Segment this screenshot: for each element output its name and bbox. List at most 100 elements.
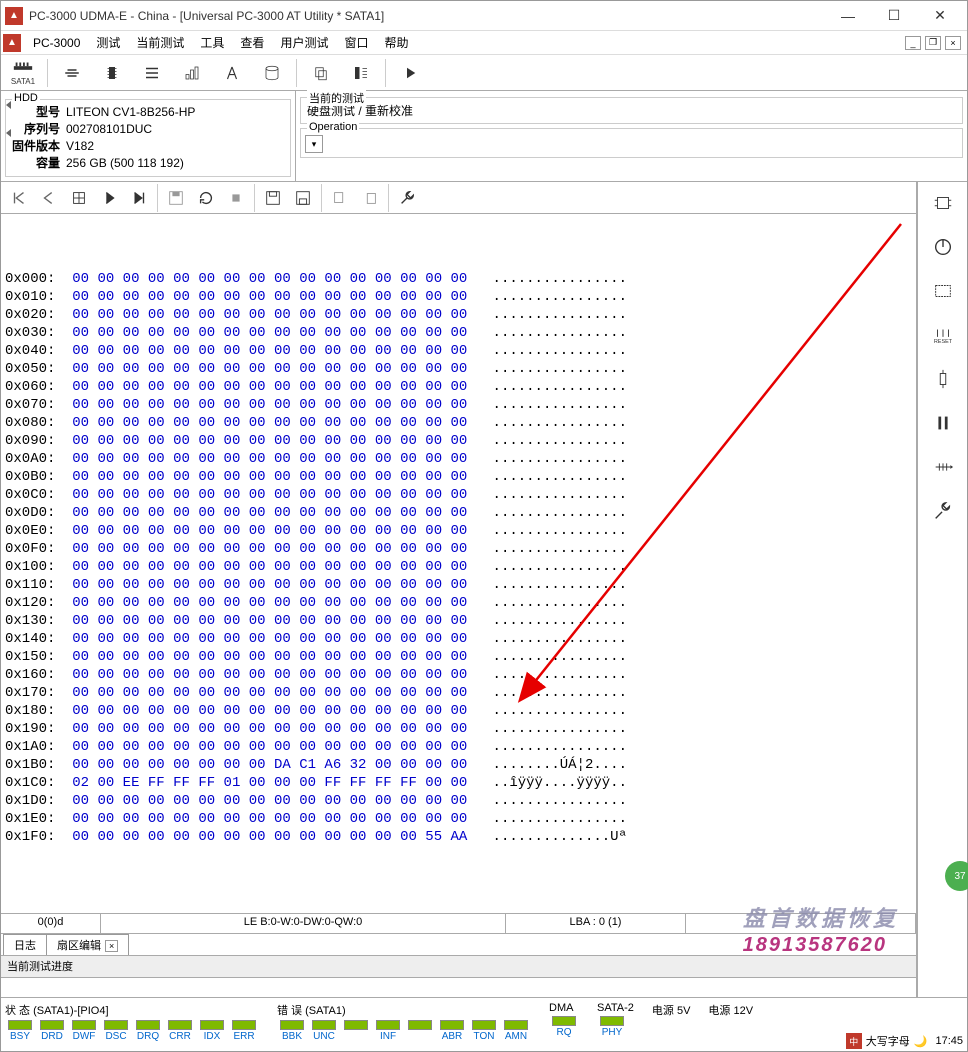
led-abr: ABR xyxy=(437,1020,467,1042)
menu-user-test[interactable]: 用户测试 xyxy=(272,32,336,53)
serial-value: 002708101DUC xyxy=(66,121,152,138)
hex-goto-button[interactable] xyxy=(65,185,93,211)
status-offset: 0(0)d xyxy=(1,914,101,933)
hex-copy-button[interactable] xyxy=(326,185,354,211)
menu-test[interactable]: 测试 xyxy=(88,32,128,53)
tab-close-icon[interactable]: × xyxy=(105,940,118,952)
hex-refresh-button[interactable] xyxy=(192,185,220,211)
toolbar-btn-copy[interactable] xyxy=(303,58,339,88)
moon-icon: 🌙 xyxy=(914,1035,928,1048)
status-bar: 状 态 (SATA1)-[PIO4] BSYDRDDWFDSCDRQCRRIDX… xyxy=(1,997,967,1051)
toolbar-btn-1[interactable] xyxy=(54,58,90,88)
hex-stop-button[interactable] xyxy=(222,185,250,211)
menubar: ▲ PC-3000 测试 当前测试 工具 查看 用户测试 窗口 帮助 _ ❐ × xyxy=(1,31,967,55)
side-btn-pause-icon[interactable] xyxy=(928,410,958,436)
menu-tools[interactable]: 工具 xyxy=(192,32,232,53)
led-phy: PHY xyxy=(597,1016,627,1038)
hex-dump[interactable]: 0x000: 00 00 00 00 00 00 00 00 00 00 00 … xyxy=(1,214,916,913)
toolbar-btn-chip[interactable] xyxy=(94,58,130,88)
side-btn-power-icon[interactable] xyxy=(928,234,958,260)
ime-icon[interactable]: 中 xyxy=(846,1033,862,1049)
hex-last-button[interactable] xyxy=(125,185,153,211)
led-dwf: DWF xyxy=(69,1020,99,1042)
minimize-button[interactable]: ― xyxy=(825,2,871,30)
led-bsy: BSY xyxy=(5,1020,35,1042)
hex-open-button[interactable] xyxy=(259,185,287,211)
dma-title: DMA xyxy=(549,1002,579,1014)
model-label: 型号 xyxy=(12,104,66,121)
power5-title: 电源 5V xyxy=(652,1002,691,1018)
led-inf: INF xyxy=(373,1020,403,1042)
led-unc: UNC xyxy=(309,1020,339,1042)
close-button[interactable]: ✕ xyxy=(917,2,963,30)
led-drd: DRD xyxy=(37,1020,67,1042)
titlebar: ▲ PC-3000 UDMA-E - China - [Universal PC… xyxy=(1,1,967,31)
toolbar-btn-compass[interactable] xyxy=(214,58,250,88)
app-logo-icon: ▲ xyxy=(5,7,23,25)
svg-text:RESET: RESET xyxy=(933,339,952,345)
status-lba: LBA : 0 (1) xyxy=(506,914,686,933)
hdd-group-title: HDD xyxy=(12,92,40,104)
ime-text: 大写字母 xyxy=(866,1033,910,1049)
side-btn-board-icon[interactable] xyxy=(928,278,958,304)
operation-group-title: Operation xyxy=(307,121,359,133)
notification-badge[interactable]: 37 xyxy=(945,861,968,891)
tab-log[interactable]: 日志 xyxy=(3,934,47,955)
window-title: PC-3000 UDMA-E - China - [Universal PC-3… xyxy=(29,9,384,23)
maximize-button[interactable]: ☐ xyxy=(871,2,917,30)
hex-toolbar xyxy=(1,182,916,214)
led-idx: IDX xyxy=(197,1020,227,1042)
tab-sector-editor[interactable]: 扇区编辑× xyxy=(46,934,129,955)
operation-dropdown[interactable]: ▾ xyxy=(305,135,323,153)
hex-save-button[interactable] xyxy=(162,185,190,211)
info-panel: HDD 型号LITEON CV1-8B256-HP 序列号002708101DU… xyxy=(1,91,967,182)
menu-view[interactable]: 查看 xyxy=(232,32,272,53)
hex-prev-button[interactable] xyxy=(35,185,63,211)
app-logo-small-icon: ▲ xyxy=(3,34,21,52)
capacity-value: 256 GB (500 118 192) xyxy=(66,155,184,172)
state-title: 状 态 (SATA1)-[PIO4] xyxy=(5,1002,259,1018)
menu-pc3000[interactable]: PC-3000 xyxy=(25,34,88,52)
status-empty xyxy=(686,914,916,933)
led-err: ERR xyxy=(229,1020,259,1042)
current-test-value: 硬盘测试 / 重新校准 xyxy=(307,102,956,119)
led-dsc: DSC xyxy=(101,1020,131,1042)
power12-title: 电源 12V xyxy=(708,1002,753,1018)
side-btn-tools-icon[interactable] xyxy=(928,498,958,524)
toolbar-btn-db[interactable] xyxy=(254,58,290,88)
side-btn-reset-icon[interactable]: RESET xyxy=(928,322,958,348)
capacity-label: 容量 xyxy=(12,155,66,172)
side-btn-osc-icon[interactable] xyxy=(928,366,958,392)
toolbar-btn-play[interactable] xyxy=(392,58,428,88)
led-drq: DRQ xyxy=(133,1020,163,1042)
hex-paste-button[interactable] xyxy=(356,185,384,211)
toolbar-btn-align[interactable] xyxy=(343,58,379,88)
error-title: 错 误 (SATA1) xyxy=(277,1002,531,1018)
menu-window[interactable]: 窗口 xyxy=(336,32,376,53)
led-rq: RQ xyxy=(549,1016,579,1038)
clock-text: 17:45 xyxy=(935,1035,963,1047)
taskbar-fragment: 中 大写字母 🌙 17:45 xyxy=(846,1033,963,1049)
hex-tools-button[interactable] xyxy=(393,185,421,211)
toolbar-btn-list[interactable] xyxy=(134,58,170,88)
toolbar-btn-chart[interactable] xyxy=(174,58,210,88)
mdi-minimize-button[interactable]: _ xyxy=(905,36,921,50)
current-test-group-title: 当前的测试 xyxy=(307,90,366,106)
status-le: LE B:0-W:0-DW:0-QW:0 xyxy=(101,914,506,933)
main-toolbar: SATA1 xyxy=(1,55,967,91)
hex-first-button[interactable] xyxy=(5,185,33,211)
menu-help[interactable]: 帮助 xyxy=(376,32,416,53)
side-btn-connector-icon[interactable] xyxy=(928,454,958,480)
hex-save2-button[interactable] xyxy=(289,185,317,211)
port-selector[interactable]: SATA1 xyxy=(5,58,41,88)
progress-label: 当前测试进度 xyxy=(1,955,916,977)
led-blank xyxy=(341,1020,371,1042)
mdi-close-button[interactable]: × xyxy=(945,36,961,50)
menu-current-test[interactable]: 当前测试 xyxy=(128,32,192,53)
hex-next-button[interactable] xyxy=(95,185,123,211)
led-ton: TON xyxy=(469,1020,499,1042)
mdi-restore-button[interactable]: ❐ xyxy=(925,36,941,50)
led-crr: CRR xyxy=(165,1020,195,1042)
sata-title: SATA-2 xyxy=(597,1002,634,1014)
side-btn-chip-icon[interactable] xyxy=(928,190,958,216)
